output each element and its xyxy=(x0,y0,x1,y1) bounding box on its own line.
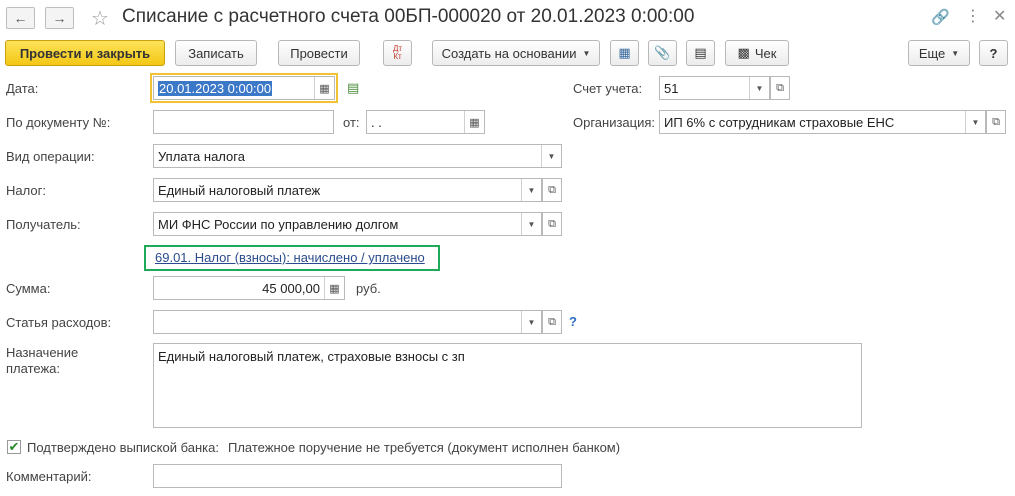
help-button[interactable]: ? xyxy=(979,40,1008,66)
account-input[interactable]: 51 ▼ xyxy=(659,76,770,100)
receipt-label: Чек xyxy=(754,45,777,61)
post-button[interactable]: Провести xyxy=(278,40,360,66)
hierarchy-icon: ▦ xyxy=(618,45,631,60)
organization-value: ИП 6% с сотрудникам страховые ЕНС xyxy=(664,114,895,130)
chevron-down-icon[interactable]: ▼ xyxy=(521,311,541,333)
open-icon[interactable]: ⧉ xyxy=(986,110,1006,134)
back-button[interactable]: ← xyxy=(6,7,35,29)
tax-input[interactable]: Единый налоговый платеж ▼ xyxy=(153,178,542,202)
chevron-down-icon[interactable]: ▼ xyxy=(749,77,769,99)
edit-date-icon[interactable]: ▤ xyxy=(347,80,359,96)
date-label: Дата: xyxy=(6,81,39,96)
confirmed-label: Подтверждено выпиской банка: xyxy=(27,440,219,455)
help-icon[interactable]: ? xyxy=(569,314,577,329)
account-link[interactable]: 69.01. Налог (взносы): начислено / уплач… xyxy=(155,250,425,265)
sum-input[interactable]: 45 000,00 ▦ xyxy=(153,276,345,300)
open-icon[interactable]: ⧉ xyxy=(542,212,562,236)
create-based-on-label: Создать на основании xyxy=(441,45,577,61)
operation-type-label: Вид операции: xyxy=(6,149,95,164)
sum-label: Сумма: xyxy=(6,281,51,296)
recipient-input[interactable]: МИ ФНС России по управлению долгом ▼ xyxy=(153,212,542,236)
open-icon[interactable]: ⧉ xyxy=(542,178,562,202)
expense-item-input[interactable]: ▼ xyxy=(153,310,542,334)
confirmed-status-text: Платежное поручение не требуется (докуме… xyxy=(228,440,621,455)
paperclip-icon: 📎 xyxy=(654,45,671,60)
document-list-icon: ▤ xyxy=(694,45,707,60)
organization-input[interactable]: ИП 6% с сотрудникам страховые ЕНС ▼ xyxy=(659,110,986,134)
recipient-value: МИ ФНС России по управлению долгом xyxy=(158,216,399,232)
operation-type-value: Уплата налога xyxy=(158,148,245,164)
date-input[interactable]: 20.01.2023 0:00:00 ▦ xyxy=(153,76,335,100)
print-list-button[interactable]: ▤ xyxy=(686,40,715,66)
cash-register-icon: ▩ xyxy=(737,45,750,60)
currency-label: руб. xyxy=(356,281,381,296)
organization-label: Организация: xyxy=(573,115,656,130)
open-icon[interactable]: ⧉ xyxy=(542,310,562,334)
more-label: Еще xyxy=(918,45,946,61)
more-vertical-icon[interactable]: ⋮ xyxy=(965,6,981,26)
create-based-on-button[interactable]: Создать на основании ▼ xyxy=(432,40,600,66)
tax-label: Налог: xyxy=(6,183,46,198)
comment-label: Комментарий: xyxy=(6,469,92,484)
calendar-icon[interactable]: ▦ xyxy=(314,77,334,99)
arrow-right-icon: → xyxy=(52,10,67,26)
comment-input[interactable] xyxy=(153,464,562,488)
checkmark-icon: ✔ xyxy=(8,439,20,454)
dtkt-report-button[interactable]: Дт Кт xyxy=(383,40,412,66)
chevron-down-icon: ▼ xyxy=(582,48,591,58)
favorite-star-icon[interactable]: ☆ xyxy=(91,6,109,31)
arrow-left-icon: ← xyxy=(13,10,28,26)
sum-value: 45 000,00 xyxy=(262,280,320,296)
from-date-input[interactable]: . . ▦ xyxy=(366,110,485,134)
chevron-down-icon: ▼ xyxy=(951,48,960,58)
docnum-label: По документу №: xyxy=(6,115,111,130)
from-date-label: от: xyxy=(343,115,360,130)
attach-button[interactable]: 📎 xyxy=(648,40,677,66)
date-value: 20.01.2023 0:00:00 xyxy=(158,80,273,96)
window-title: Списание с расчетного счета 00БП-000020 … xyxy=(122,6,695,27)
tax-value: Единый налоговый платеж xyxy=(158,182,321,198)
operation-type-select[interactable]: Уплата налога ▼ xyxy=(153,144,562,168)
confirmed-checkbox[interactable]: ✔ xyxy=(7,439,21,454)
more-button[interactable]: Еще ▼ xyxy=(908,40,970,66)
chevron-down-icon[interactable]: ▼ xyxy=(521,213,541,235)
chevron-down-icon[interactable]: ▼ xyxy=(965,111,985,133)
save-button[interactable]: Записать xyxy=(175,40,257,66)
docnum-input[interactable] xyxy=(153,110,334,134)
link-icon[interactable]: 🔗 xyxy=(931,8,950,26)
purpose-textarea[interactable]: Единый налоговый платеж, страховые взнос… xyxy=(153,343,862,428)
purpose-label-line1: Назначение xyxy=(6,345,79,360)
from-date-value: . . xyxy=(371,114,382,130)
expense-item-label: Статья расходов: xyxy=(6,315,112,330)
forward-button[interactable]: → xyxy=(45,7,74,29)
open-icon[interactable]: ⧉ xyxy=(770,76,790,100)
chevron-down-icon[interactable]: ▼ xyxy=(521,179,541,201)
dtkt-icon: Дт Кт xyxy=(392,44,403,61)
account-label: Счет учета: xyxy=(573,81,643,96)
close-icon[interactable]: ✕ xyxy=(993,6,1006,26)
account-value: 51 xyxy=(664,80,679,96)
structure-button[interactable]: ▦ xyxy=(610,40,639,66)
receipt-button[interactable]: ▩ Чек xyxy=(725,40,789,66)
calendar-icon[interactable]: ▦ xyxy=(464,111,484,133)
post-and-close-button[interactable]: Провести и закрыть xyxy=(5,40,165,66)
chevron-down-icon[interactable]: ▼ xyxy=(541,145,561,167)
purpose-label-line2: платежа: xyxy=(6,361,60,376)
recipient-label: Получатель: xyxy=(6,217,81,232)
calculator-icon[interactable]: ▦ xyxy=(324,277,344,299)
